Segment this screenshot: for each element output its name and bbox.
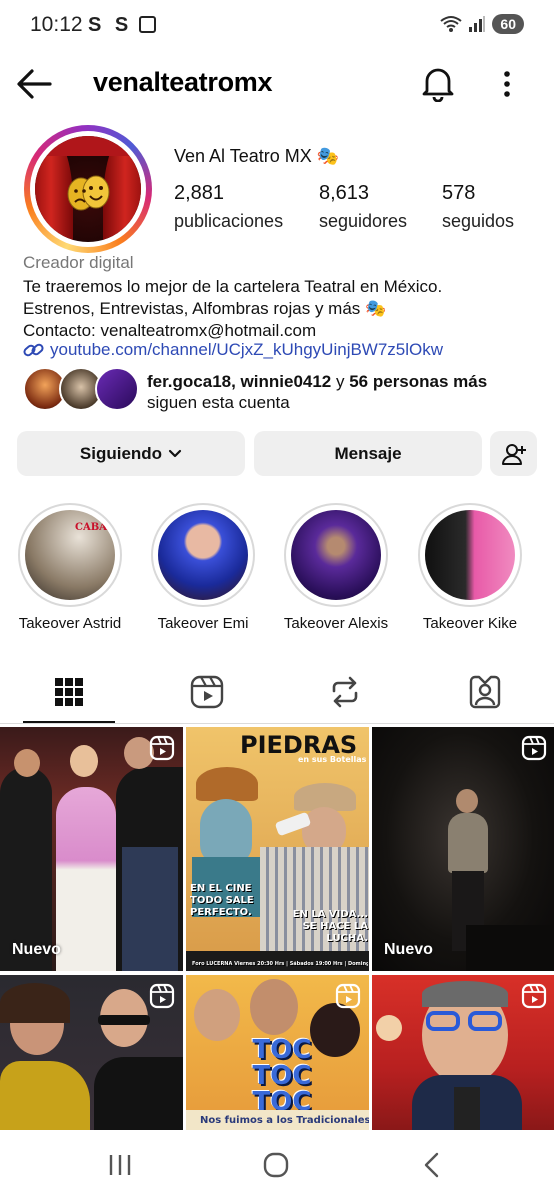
post-thumbnail[interactable] (0, 975, 183, 1130)
tab-posts-grid[interactable] (23, 662, 115, 723)
followed-by[interactable]: fer.goca18, winnie0412 y 56 personas más… (23, 367, 543, 413)
status-right: 60 (440, 14, 524, 34)
follower-avatar (95, 367, 139, 411)
tagged-icon (469, 675, 501, 709)
link-icon (23, 343, 44, 357)
recent-apps-button[interactable] (100, 1150, 140, 1180)
profile-tabs (0, 662, 554, 724)
post-thumbnail[interactable]: Nuevo (0, 727, 183, 971)
post-thumbnail[interactable]: Nuevo (372, 727, 554, 971)
repost-icon (332, 676, 358, 708)
tab-tagged[interactable] (439, 662, 531, 722)
status-time: 10:12 (30, 13, 83, 36)
new-badge: Nuevo (12, 941, 61, 958)
back-arrow-icon[interactable] (16, 66, 54, 102)
highlight-thumbnail (158, 510, 248, 600)
add-person-icon (501, 443, 526, 465)
reel-badge-icon (521, 735, 547, 761)
bio-line: Te traeremos lo mejor de la cartelera Te… (23, 277, 443, 296)
back-button[interactable] (412, 1150, 452, 1180)
status-app-icons: S S (88, 14, 133, 36)
home-icon (263, 1152, 289, 1178)
following-button-label: Siguiendo (79, 443, 163, 463)
profile-header: venalteatromx (0, 58, 554, 110)
highlight-takeover-alexis[interactable]: Takeover Alexis (276, 503, 396, 632)
highlight-label: Takeover Astrid (18, 615, 122, 632)
following-button[interactable]: Siguiendo (17, 431, 245, 476)
post-title-small: en sus Botellas (298, 755, 367, 764)
stat-following[interactable]: 578 seguidos (442, 182, 514, 232)
highlight-thumbnail: CABARET (25, 510, 115, 600)
post-caption: Nos fuimos a los Tradicionales (200, 1115, 369, 1126)
stat-followers-value: 8,613 (319, 182, 370, 204)
profile-username: venalteatromx (93, 67, 273, 97)
bio-line: Estrenos, Entrevistas, Alfombras rojas y… (23, 299, 387, 318)
bio-line: Contacto: venalteatromx@hotmail.com (23, 321, 317, 340)
post-thumbnail[interactable]: PIEDRAS en sus Botellas EN EL CINE TODO … (186, 727, 369, 971)
signal-icon (469, 16, 486, 32)
post-thumbnail[interactable]: TOC TOC TOC Nos fuimos a los Tradicional… (186, 975, 369, 1130)
theatre-masks-emoji: 🎭 (316, 146, 340, 166)
home-button[interactable] (256, 1150, 296, 1180)
highlight-label: Takeover Emi (157, 615, 249, 632)
recent-apps-icon (109, 1155, 131, 1175)
stat-following-value: 578 (442, 182, 476, 204)
wifi-icon (440, 16, 463, 32)
profile-avatar-story-ring[interactable] (24, 125, 152, 253)
tab-reels[interactable] (161, 662, 253, 722)
stat-followers-label: seguidores (319, 211, 408, 231)
bell-icon[interactable] (421, 64, 455, 102)
stat-followers[interactable]: 8,613 seguidores (319, 182, 407, 232)
reel-badge-icon (521, 983, 547, 1009)
add-person-button[interactable] (490, 431, 537, 476)
message-button[interactable]: Mensaje (254, 431, 482, 476)
stat-posts[interactable]: 2,881 publicaciones (174, 182, 283, 232)
profile-bio: Te traeremos lo mejor de la cartelera Te… (23, 276, 442, 342)
highlight-takeover-emi[interactable]: Takeover Emi (143, 503, 263, 632)
profile-display-name: Ven Al Teatro MX 🎭 (174, 146, 340, 166)
post-caption: EN EL CINE TODO SALE PERFECTO. (190, 883, 254, 918)
followed-by-text: fer.goca18, winnie0412 y 56 personas más… (147, 372, 488, 412)
more-options-icon[interactable] (495, 66, 519, 102)
highlight-thumbnail (425, 510, 515, 600)
highlight-takeover-kike[interactable]: Takeover Kike (410, 503, 530, 632)
post-caption: EN LA VIDA... SE HACE LA LUCHA. (292, 909, 368, 944)
profile-link-text: youtube.com/channel/UCjxZ_kUhgyUinjBW7z5… (50, 340, 444, 359)
post-footer: Foro LUCERNA Viernes 20:30 Hrs | Sábados… (192, 961, 368, 967)
post-thumbnail[interactable] (372, 975, 554, 1130)
highlight-label: Takeover Kike (422, 615, 518, 632)
highlight-label: Takeover Alexis (283, 615, 389, 632)
reel-badge-icon (149, 983, 175, 1009)
highlight-thumbnail (291, 510, 381, 600)
theatre-masks-logo (67, 175, 110, 211)
system-navigation-bar (0, 1130, 554, 1200)
battery-indicator: 60 (492, 14, 524, 34)
stat-following-label: seguidos (442, 211, 515, 231)
tab-reposts[interactable] (299, 662, 391, 722)
grid-icon (55, 678, 83, 706)
stat-posts-label: publicaciones (174, 211, 284, 231)
new-badge: Nuevo (384, 941, 433, 958)
reel-badge-icon (335, 983, 361, 1009)
stat-posts-value: 2,881 (174, 182, 225, 204)
highlight-takeover-astrid[interactable]: CABARET Takeover Astrid (10, 503, 130, 632)
chevron-down-icon (168, 449, 182, 457)
profile-category: Creador digital (23, 253, 134, 272)
back-chevron-icon (424, 1152, 439, 1178)
reel-badge-icon (149, 735, 175, 761)
status-bar: 10:12 S S 60 (0, 0, 554, 52)
profile-avatar (35, 136, 141, 242)
message-button-label: Mensaje (334, 443, 402, 463)
profile-link[interactable]: youtube.com/channel/UCjxZ_kUhgyUinjBW7z5… (23, 340, 443, 360)
post-title: TOC TOC TOC (252, 1035, 312, 1117)
reels-icon (190, 675, 224, 709)
screenshot-icon (139, 16, 156, 33)
